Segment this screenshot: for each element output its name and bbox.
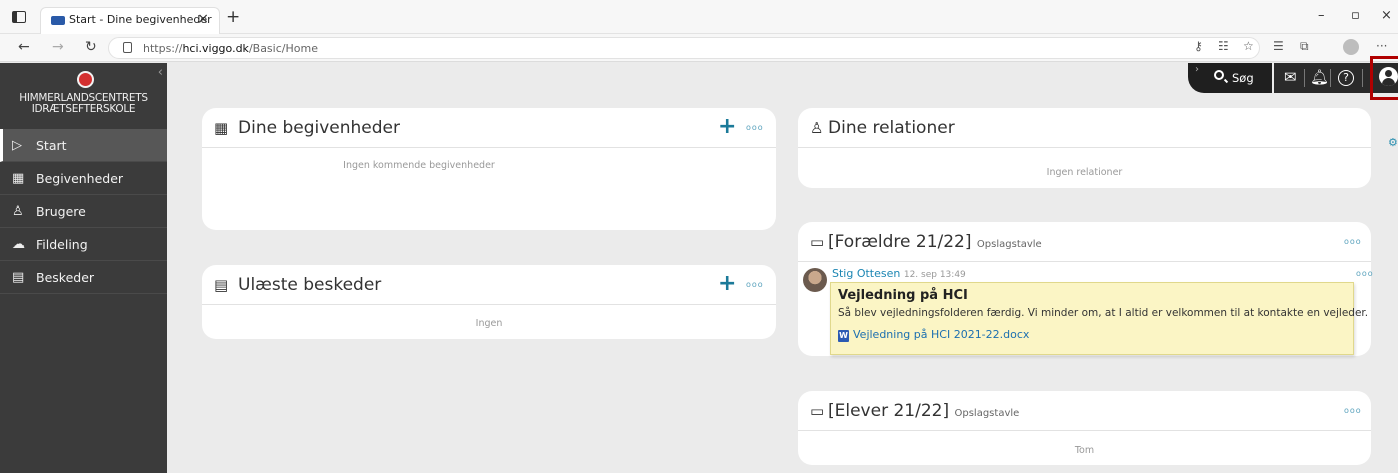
card-title: Ulæste beskeder: [238, 275, 382, 295]
school-name: HIMMERLANDSCENTRETS IDRÆTSEFTERSKOLE: [19, 92, 148, 115]
url-input[interactable]: https://hci.viggo.dk/Basic/Home: [108, 37, 1260, 59]
tab-actions-icon[interactable]: [12, 11, 26, 23]
chevron-right-icon: ›: [1195, 64, 1199, 75]
settings-gear-icon[interactable]: ⚙: [1388, 136, 1398, 149]
search-button[interactable]: › Søg: [1188, 63, 1272, 93]
calendar-icon: ▦: [214, 119, 229, 137]
forward-arrow-icon[interactable]: →: [52, 39, 64, 55]
empty-state-text: Tom: [1074, 445, 1095, 456]
events-card: ▦ Dine begivenheder + ooo Ingen kommende…: [202, 108, 776, 230]
sidebar-item-brugere[interactable]: ♙ Brugere: [0, 195, 167, 228]
sidebar-item-start[interactable]: ▷ Start: [0, 129, 167, 162]
sidebar-item-beskeder[interactable]: ▤ Beskeder: [0, 261, 167, 294]
reader-view-icon[interactable]: ☷: [1218, 39, 1229, 53]
sidebar-item-label: Fildeling: [36, 236, 88, 252]
favorite-star-icon[interactable]: ☆: [1243, 39, 1254, 53]
cloud-upload-icon: ☁: [12, 236, 25, 252]
card-header: ▤ Ulæste beskeder + ooo: [202, 265, 776, 305]
students-board-card: ▭ [Elever 21/22] Opslagstavle ooo Tom: [798, 391, 1371, 465]
divider: [1330, 69, 1331, 87]
help-icon[interactable]: ?: [1338, 70, 1354, 86]
new-tab-button[interactable]: +: [226, 7, 240, 27]
browser-tab[interactable]: Start - Dine begivenheder ×: [40, 7, 220, 34]
parents-board-card: ▭ [Forældre 21/22] Opslagstavle ooo Stig…: [798, 222, 1374, 356]
viggo-favicon-icon: [51, 16, 65, 25]
unread-messages-card: ▤ Ulæste beskeder + ooo Ingen: [202, 265, 776, 339]
minimize-button[interactable]: –: [1318, 8, 1325, 23]
play-outline-icon: ▷: [12, 137, 22, 153]
post: Stig Ottesen 12. sep 13:49 ooo Vejlednin…: [798, 263, 1374, 356]
school-logo-icon[interactable]: [77, 71, 94, 88]
author-avatar[interactable]: [803, 268, 827, 292]
chat-icon: ▤: [12, 269, 25, 285]
card-title: [Elever 21/22] Opslagstavle: [828, 401, 1020, 421]
more-options-icon[interactable]: ooo: [1344, 237, 1362, 246]
more-options-icon[interactable]: ooo: [746, 123, 764, 132]
card-header: ♙ Dine relationer: [798, 108, 1371, 148]
card-header: ▦ Dine begivenheder + ooo: [202, 108, 776, 148]
post-body: Så blev vejledningsfolderen færdig. Vi m…: [838, 307, 1369, 319]
users-icon: ♙: [12, 203, 24, 219]
calendar-icon: ▦: [12, 170, 25, 186]
close-window-button[interactable]: ×: [1381, 8, 1392, 23]
sidebar-item-label: Beskeder: [36, 269, 95, 285]
card-header: ▭ [Elever 21/22] Opslagstavle ooo: [798, 391, 1371, 431]
empty-state-text: Ingen kommende begivenheder: [343, 160, 495, 171]
more-options-icon[interactable]: ooo: [746, 280, 764, 289]
search-icon: [1214, 70, 1224, 80]
card-header: ▭ [Forældre 21/22] Opslagstavle ooo: [798, 222, 1371, 262]
favorites-list-icon[interactable]: ☰: [1273, 39, 1284, 53]
board-icon: ▭: [810, 402, 825, 420]
card-title: Dine relationer: [828, 118, 955, 138]
post-author[interactable]: Stig Ottesen 12. sep 13:49: [832, 267, 966, 280]
card-title: Dine begivenheder: [238, 118, 400, 138]
browser-tab-bar: Start - Dine begivenheder × + – ▫ ×: [0, 0, 1398, 34]
sidebar-item-label: Begivenheder: [36, 170, 124, 186]
browser-profile-avatar[interactable]: [1343, 39, 1359, 55]
sidebar-menu: ▷ Start ▦ Begivenheder ♙ Brugere ☁ Filde…: [0, 129, 167, 294]
collapse-sidebar-icon[interactable]: ‹: [158, 65, 163, 80]
board-icon: ▭: [810, 233, 825, 251]
word-document-icon: W: [838, 330, 849, 342]
sidebar-item-fildeling[interactable]: ☁ Fildeling: [0, 228, 167, 261]
post-title: Vejledning på HCI: [838, 288, 968, 303]
attachment-link[interactable]: W Vejledning på HCI 2021-22.docx: [838, 328, 1029, 342]
card-title: [Forældre 21/22] Opslagstavle: [828, 232, 1042, 252]
divider: [1304, 69, 1305, 87]
more-menu-icon[interactable]: ···: [1376, 39, 1387, 53]
relations-card: ♙ Dine relationer Ingen relationer: [798, 108, 1371, 188]
collections-icon[interactable]: ⧉: [1300, 39, 1309, 54]
relations-icon: ♙: [810, 119, 824, 137]
lock-icon: [123, 42, 132, 53]
tab-title: Start - Dine begivenheder: [69, 13, 212, 26]
more-options-icon[interactable]: ooo: [1344, 406, 1362, 415]
close-tab-icon[interactable]: ×: [197, 11, 209, 27]
url-text: https://hci.viggo.dk/Basic/Home: [143, 42, 318, 55]
refresh-icon[interactable]: ↻: [85, 39, 97, 55]
back-arrow-icon[interactable]: ←: [18, 39, 30, 55]
address-bar-row: ← → ↻ https://hci.viggo.dk/Basic/Home ⚷ …: [0, 34, 1398, 62]
mail-icon[interactable]: ✉: [1284, 68, 1297, 86]
add-event-button[interactable]: +: [718, 114, 736, 139]
sidebar: ‹ HIMMERLANDSCENTRETS IDRÆTSEFTERSKOLE ▷…: [0, 63, 167, 473]
sidebar-item-label: Start: [36, 137, 67, 153]
bell-icon[interactable]: 🔔︎: [1310, 68, 1329, 86]
key-icon[interactable]: ⚷: [1194, 39, 1203, 53]
divider: [1362, 69, 1363, 87]
empty-state-text: Ingen relationer: [1046, 167, 1123, 178]
user-avatar-icon[interactable]: [1379, 67, 1398, 86]
chat-icon: ▤: [214, 276, 229, 294]
sidebar-item-label: Brugere: [36, 203, 86, 219]
search-label: Søg: [1232, 71, 1254, 85]
post-options-icon[interactable]: ooo: [1356, 269, 1374, 278]
restore-button[interactable]: ▫: [1351, 8, 1360, 23]
add-message-button[interactable]: +: [718, 271, 736, 296]
user-profile-highlight[interactable]: [1370, 56, 1398, 100]
post-note: Vejledning på HCI Så blev vejledningsfol…: [830, 282, 1368, 355]
empty-state-text: Ingen: [475, 318, 503, 329]
